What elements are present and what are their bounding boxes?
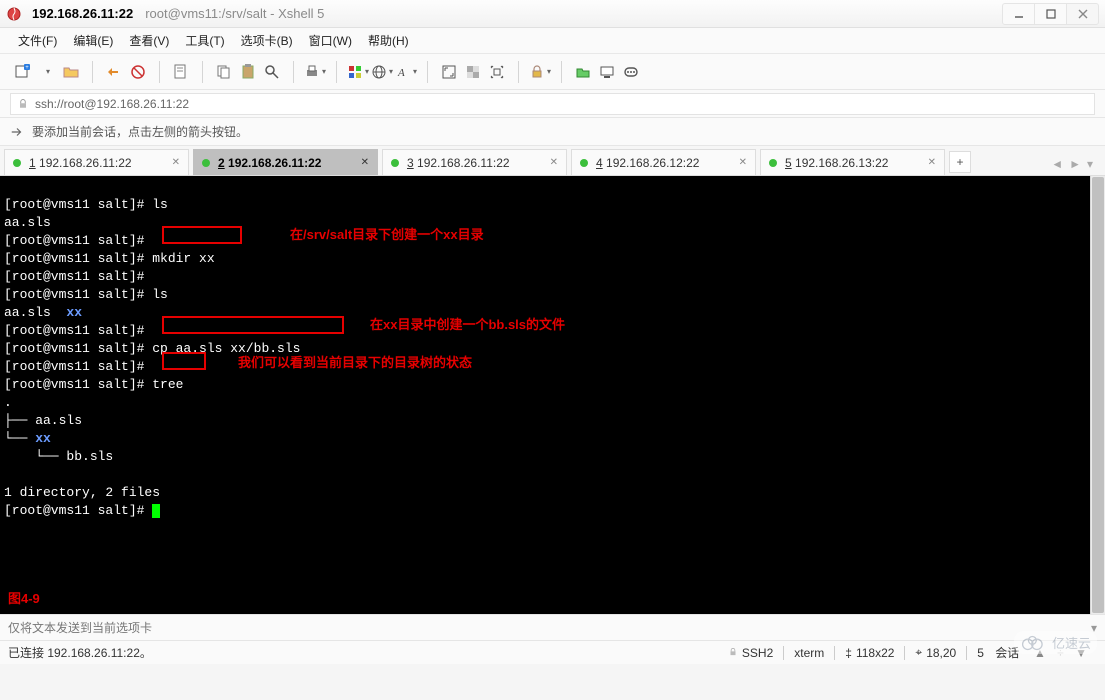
send-bar: 仅将文本发送到当前选项卡 ▾: [0, 614, 1105, 640]
add-tab-button[interactable]: +: [949, 151, 971, 173]
find-icon[interactable]: [261, 61, 283, 83]
figure-label: 图4-9: [8, 590, 40, 608]
status-dot-icon: [202, 159, 210, 167]
cursor-icon: [152, 504, 160, 518]
session-tab-5[interactable]: 5 192.168.26.13:22 ✕: [760, 149, 945, 175]
connection-status: 已连接 192.168.26.11:22。: [8, 644, 718, 661]
address-field[interactable]: ssh://root@192.168.26.11:22: [10, 93, 1095, 115]
menu-file[interactable]: 文件(F): [10, 28, 65, 53]
tab-next-icon[interactable]: ►: [1069, 157, 1081, 171]
session-tab-4[interactable]: 4 192.168.26.12:22 ✕: [571, 149, 756, 175]
new-session-dropdown-icon[interactable]: [36, 61, 58, 83]
session-tab-3[interactable]: 3 192.168.26.11:22 ✕: [382, 149, 567, 175]
annotation-3: 我们可以看到当前目录下的目录树的状态: [238, 354, 472, 372]
compose-icon[interactable]: [620, 61, 642, 83]
svg-text:A: A: [397, 66, 405, 78]
tab-close-icon[interactable]: ✕: [172, 157, 180, 168]
session-tab-1[interactable]: 1 192.168.26.11:22 ✕: [4, 149, 189, 175]
tab-label: 5 192.168.26.13:22: [785, 156, 888, 170]
tab-label: 1 192.168.26.11:22: [29, 156, 132, 170]
tab-close-icon[interactable]: ✕: [550, 157, 558, 168]
annotation-2: 在xx目录中创建一个bb.sls的文件: [370, 316, 565, 334]
minimize-button[interactable]: [1002, 3, 1035, 25]
send-input[interactable]: 仅将文本发送到当前选项卡: [8, 619, 1083, 636]
paste-icon[interactable]: [237, 61, 259, 83]
print-icon[interactable]: [304, 61, 326, 83]
tab-close-icon[interactable]: ✕: [739, 157, 747, 168]
copy-icon[interactable]: [213, 61, 235, 83]
status-dot-icon: [769, 159, 777, 167]
status-cursor-pos: ⌖ 18,20: [905, 645, 966, 660]
tab-label: 2 192.168.26.11:22: [218, 156, 321, 170]
terminal-area: [root@vms11 salt]# ls aa.sls [root@vms11…: [0, 176, 1105, 614]
close-button[interactable]: [1066, 3, 1099, 25]
status-sessions: 5 会话 ▲ ÷ ▼: [967, 644, 1097, 661]
address-bar: ssh://root@192.168.26.11:22: [0, 90, 1105, 118]
xagent-icon[interactable]: [596, 61, 618, 83]
tab-close-icon[interactable]: ✕: [928, 157, 936, 168]
new-session-icon[interactable]: +: [12, 61, 34, 83]
menu-help[interactable]: 帮助(H): [360, 28, 417, 53]
status-termtype: xterm: [784, 646, 834, 660]
vertical-scrollbar[interactable]: [1090, 176, 1105, 614]
title-bar: 192.168.26.11:22 root@vms11:/srv/salt - …: [0, 0, 1105, 28]
toolbar: + A: [0, 54, 1105, 90]
tab-prev-icon[interactable]: ◄: [1051, 157, 1063, 171]
tip-bar: 要添加当前会话，点击左侧的箭头按钮。: [0, 118, 1105, 146]
status-bar: 已连接 192.168.26.11:22。 SSH2 xterm ‡ 118x2…: [0, 640, 1105, 664]
lock-small-icon: [728, 646, 738, 660]
add-session-arrow-icon[interactable]: [10, 125, 24, 139]
terminal[interactable]: [root@vms11 salt]# ls aa.sls [root@vms11…: [0, 176, 1090, 614]
tab-bar: 1 192.168.26.11:22 ✕ 2 192.168.26.11:22 …: [0, 146, 1105, 176]
menu-bar: 文件(F) 编辑(E) 查看(V) 工具(T) 选项卡(B) 窗口(W) 帮助(…: [0, 28, 1105, 54]
menu-tools[interactable]: 工具(T): [177, 28, 232, 53]
tab-label: 4 192.168.26.12:22: [596, 156, 699, 170]
properties-icon[interactable]: [170, 61, 192, 83]
open-session-icon[interactable]: [60, 61, 82, 83]
highlight-box-mkdir: [162, 226, 242, 244]
send-target-dropdown-icon[interactable]: ▾: [1091, 621, 1097, 635]
status-dot-icon: [580, 159, 588, 167]
address-url: ssh://root@192.168.26.11:22: [35, 97, 189, 111]
maximize-button[interactable]: [1034, 3, 1067, 25]
disconnect-icon[interactable]: [127, 61, 149, 83]
fullscreen-icon[interactable]: [438, 61, 460, 83]
menu-tabs[interactable]: 选项卡(B): [233, 28, 301, 53]
sessions-up-icon[interactable]: ▲: [1034, 646, 1046, 660]
title-ip: 192.168.26.11:22: [32, 6, 133, 21]
tab-close-icon[interactable]: ✕: [361, 157, 369, 168]
session-tab-2[interactable]: 2 192.168.26.11:22 ✕: [193, 149, 378, 175]
tip-text: 要添加当前会话，点击左侧的箭头按钮。: [32, 123, 248, 140]
status-dot-icon: [391, 159, 399, 167]
menu-view[interactable]: 查看(V): [121, 28, 177, 53]
lock-icon[interactable]: [529, 61, 551, 83]
xftp-icon[interactable]: [572, 61, 594, 83]
transparency-icon[interactable]: [462, 61, 484, 83]
annotation-1: 在/srv/salt目录下创建一个xx目录: [290, 226, 484, 244]
menu-window[interactable]: 窗口(W): [301, 28, 360, 53]
tab-label: 3 192.168.26.11:22: [407, 156, 510, 170]
status-dot-icon: [13, 159, 21, 167]
sessions-down-icon[interactable]: ▼: [1075, 646, 1087, 660]
app-logo-icon: [6, 6, 22, 22]
color-scheme-icon[interactable]: [347, 61, 369, 83]
encoding-icon[interactable]: [371, 61, 393, 83]
status-size: ‡ 118x22: [835, 646, 904, 660]
reconnect-icon[interactable]: [103, 61, 125, 83]
highlight-box-cp: [162, 316, 344, 334]
menu-edit[interactable]: 编辑(E): [65, 28, 121, 53]
tab-menu-icon[interactable]: ▾: [1087, 157, 1093, 171]
status-protocol: SSH2: [718, 646, 783, 660]
ssh-lock-icon: [17, 98, 29, 110]
title-path: root@vms11:/srv/salt - Xshell 5: [145, 6, 324, 21]
tile-icon[interactable]: [486, 61, 508, 83]
font-icon[interactable]: A: [395, 61, 417, 83]
svg-text:+: +: [25, 65, 29, 71]
